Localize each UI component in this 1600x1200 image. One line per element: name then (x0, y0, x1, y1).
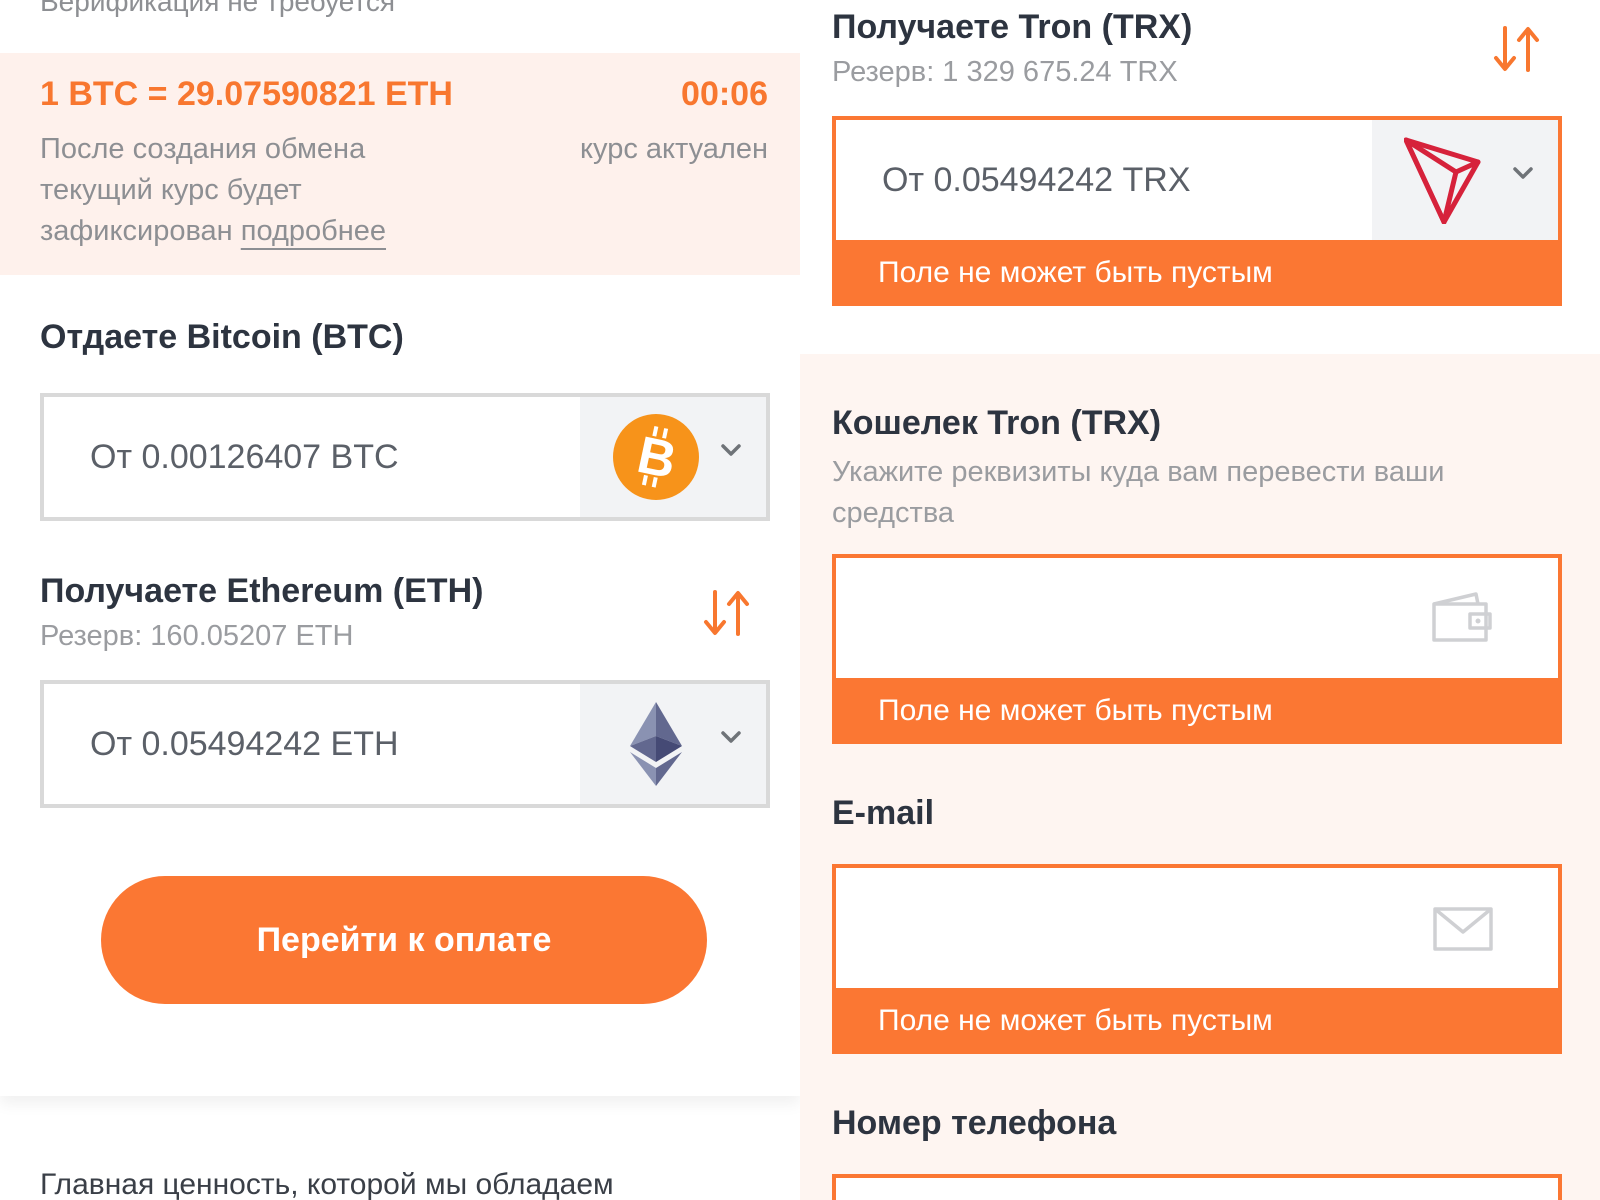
receive-tron-reserve: Резерв: 1 329 675.24 TRX (832, 56, 1178, 88)
receive-tron-inner: От 0.05494242 TRX (836, 120, 1558, 240)
receive-tron-field[interactable]: От 0.05494242 TRX Поле не может быть пус… (832, 116, 1562, 306)
phone-title: Номер телефона (832, 1104, 1117, 1142)
exchange-card: Верификация не требуется 1 BTC = 29.0759… (0, 0, 800, 1096)
wallet-field[interactable]: Поле не может быть пустым (832, 554, 1562, 744)
footer-text: Главная ценность, которой мы обладаем (40, 1168, 614, 1200)
right-panel: Получаете Tron (TRX) Резерв: 1 329 675.2… (800, 0, 1600, 1200)
rate-timer: 00:06 (681, 75, 768, 113)
email-error: Поле не может быть пустым (832, 988, 1562, 1054)
receive-amount-field[interactable]: От 0.05494242 ETH (40, 680, 770, 808)
receive-tron-input[interactable]: От 0.05494242 TRX (882, 120, 1191, 240)
ethereum-icon (630, 702, 682, 786)
receive-tron-title: Получаете Tron (TRX) (832, 8, 1193, 46)
send-amount-input[interactable]: От 0.00126407 BTC (90, 397, 399, 517)
phone-field[interactable] (832, 1174, 1562, 1200)
receive-reserve: Резерв: 160.05207 ETH (40, 620, 354, 652)
rate-note: После создания обмена текущий курс будет… (40, 129, 480, 252)
send-amount-field[interactable]: От 0.00126407 BTC B (40, 393, 770, 521)
wallet-input[interactable] (836, 558, 1558, 678)
rate-info-box: 1 BTC = 29.07590821 ETH 00:06 После созд… (0, 53, 800, 275)
swap-arrows-icon[interactable] (702, 586, 752, 640)
receive-title: Получаете Ethereum (ETH) (40, 572, 484, 610)
email-field[interactable]: Поле не может быть пустым (832, 864, 1562, 1054)
exchange-rate: 1 BTC = 29.07590821 ETH (40, 75, 453, 113)
bitcoin-icon: B (613, 414, 699, 500)
receive-amount-input[interactable]: От 0.05494242 ETH (90, 684, 399, 804)
go-to-payment-button[interactable]: Перейти к оплате (101, 876, 707, 1004)
wallet-error: Поле не может быть пустым (832, 678, 1562, 744)
swap-arrows-icon[interactable] (1492, 22, 1542, 76)
receive-tron-coin-selector[interactable] (1372, 120, 1558, 240)
verification-text: Верификация не требуется (40, 0, 396, 17)
receive-tron-error: Поле не может быть пустым (832, 240, 1562, 306)
wallet-hint: Укажите реквизиты куда вам перевести ваш… (832, 456, 1445, 529)
send-coin-selector[interactable]: B (580, 397, 766, 517)
rate-status: курс актуален (580, 133, 768, 165)
chevron-down-icon[interactable] (720, 439, 742, 461)
chevron-down-icon[interactable] (720, 726, 742, 748)
phone-input[interactable] (836, 1178, 1558, 1200)
tron-icon (1404, 137, 1481, 224)
email-title: E-mail (832, 794, 935, 832)
wallet-icon (1432, 592, 1492, 642)
receive-coin-selector[interactable] (580, 684, 766, 804)
left-panel: Верификация не требуется 1 BTC = 29.0759… (0, 0, 800, 1200)
mail-icon (1433, 907, 1493, 951)
wallet-title: Кошелек Tron (TRX) (832, 404, 1162, 442)
more-link[interactable]: подробнее (241, 215, 386, 247)
chevron-down-icon[interactable] (1512, 162, 1534, 184)
email-input[interactable] (836, 868, 1558, 988)
send-title: Отдаете Bitcoin (BTC) (40, 318, 404, 356)
